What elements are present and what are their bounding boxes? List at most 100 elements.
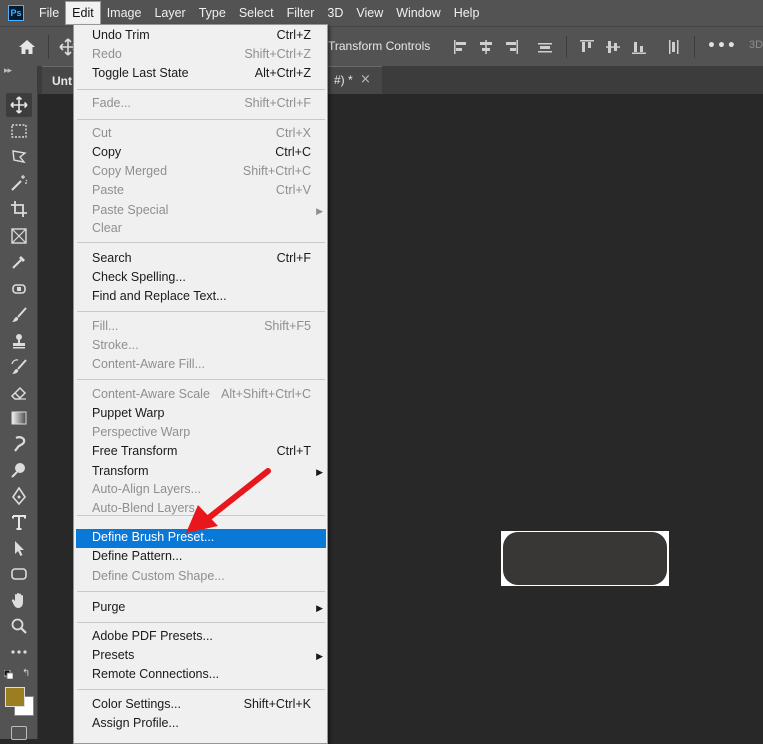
dodge-tool[interactable] — [9, 460, 29, 480]
menu-item-auto-blend-layers[interactable]: Auto-Blend Layers... — [76, 500, 326, 519]
menu-item-puppet-warp[interactable]: Puppet Warp — [76, 405, 326, 424]
menu-item-define-brush-preset[interactable]: Define Brush Preset... — [76, 529, 326, 548]
gradient-icon — [11, 411, 27, 425]
menu-layer[interactable]: Layer — [148, 2, 191, 24]
hand-tool[interactable] — [9, 590, 29, 610]
document-tab-title: Unt — [52, 74, 72, 88]
menu-item-adobe-pdf-presets[interactable]: Adobe PDF Presets... — [76, 628, 326, 647]
zoom-tool[interactable] — [9, 616, 29, 636]
menu-item-define-custom-shape[interactable]: Define Custom Shape... — [76, 568, 326, 587]
more-options-button[interactable]: ••• — [707, 38, 737, 54]
menu-item-label: Define Brush Preset... — [92, 530, 215, 544]
menu-item-color-settings[interactable]: Color Settings... Shift+Ctrl+K — [76, 696, 326, 715]
menu-item-stroke[interactable]: Stroke... — [76, 337, 326, 356]
history-brush-tool[interactable] — [9, 357, 29, 377]
swap-colors-icon[interactable]: ↰ — [22, 668, 30, 679]
menu-item-label: Undo Trim — [92, 28, 150, 42]
lasso-tool[interactable] — [9, 147, 29, 167]
menu-file[interactable]: File — [33, 2, 65, 24]
brush-tool[interactable] — [9, 305, 29, 325]
menu-item-label: Adobe PDF Presets... — [92, 629, 213, 643]
submenu-arrow-icon: ▶ — [316, 603, 323, 613]
smudge-tool[interactable] — [9, 434, 29, 454]
menu-item-find-and-replace-text[interactable]: Find and Replace Text... — [76, 288, 326, 307]
home-icon[interactable] — [18, 39, 36, 55]
menu-item-clear[interactable]: Clear — [76, 220, 326, 239]
spot-healing-tool[interactable] — [9, 279, 29, 299]
type-tool[interactable] — [9, 512, 29, 532]
menu-item-label: Perspective Warp — [92, 425, 191, 439]
menu-filter[interactable]: Filter — [281, 2, 321, 24]
menu-item-undo-trim[interactable]: Undo Trim Ctrl+Z — [76, 27, 326, 46]
pen-tool[interactable] — [9, 486, 29, 506]
distribute-vertical-icon[interactable] — [664, 38, 682, 56]
align-right-edges-icon[interactable] — [502, 38, 520, 56]
move-tool[interactable] — [6, 93, 32, 117]
magic-wand-tool[interactable] — [9, 173, 29, 193]
menu-item-paste-special[interactable]: Paste Special ▶ — [76, 202, 326, 221]
clone-stamp-tool[interactable] — [9, 331, 29, 351]
rounded-rectangle-shape[interactable] — [503, 532, 667, 585]
menu-item-remote-connections[interactable]: Remote Connections... — [76, 666, 326, 685]
align-bottom-edges-icon[interactable] — [630, 38, 648, 56]
menu-item-define-pattern[interactable]: Define Pattern... — [76, 548, 326, 567]
menu-item-label: Define Custom Shape... — [92, 569, 225, 583]
menu-type[interactable]: Type — [193, 2, 232, 24]
menu-item-label: Color Settings... — [92, 697, 181, 711]
crop-tool[interactable] — [9, 199, 29, 219]
edit-toolbar-button[interactable] — [9, 642, 29, 662]
menu-item-perspective-warp[interactable]: Perspective Warp — [76, 424, 326, 443]
menu-item-label: Redo — [92, 47, 122, 61]
smudge-icon — [14, 436, 26, 452]
close-icon[interactable]: × — [360, 72, 371, 87]
menu-item-presets[interactable]: Presets ▶ — [76, 647, 326, 666]
shape-tool[interactable] — [9, 564, 29, 584]
menu-item-cut[interactable]: Cut Ctrl+X — [76, 125, 326, 144]
menu-item-label: Auto-Align Layers... — [92, 482, 202, 496]
menu-item-redo[interactable]: Redo Shift+Ctrl+Z — [76, 46, 326, 65]
menu-view[interactable]: View — [350, 2, 389, 24]
align-vertical-centers-icon[interactable] — [604, 38, 622, 56]
photoshop-logo: Ps — [8, 5, 24, 21]
gradient-tool[interactable] — [9, 408, 29, 428]
menu-item-search[interactable]: Search Ctrl+F — [76, 250, 326, 269]
menu-3d[interactable]: 3D — [321, 2, 349, 24]
menu-item-content-aware-fill[interactable]: Content-Aware Fill... — [76, 356, 326, 375]
align-top-edges-icon[interactable] — [578, 38, 596, 56]
align-horizontal-centers-icon[interactable] — [477, 38, 495, 56]
path-selection-tool[interactable] — [9, 538, 29, 558]
menu-item-label: Copy Merged — [92, 164, 168, 178]
menu-item-toggle-last-state[interactable]: Toggle Last State Alt+Ctrl+Z — [76, 65, 326, 84]
menu-window[interactable]: Window — [390, 2, 446, 24]
eyedropper-tool[interactable] — [9, 252, 29, 272]
marquee-tool[interactable] — [9, 121, 29, 141]
menu-item-fade[interactable]: Fade... Shift+Ctrl+F — [76, 95, 326, 114]
menu-item-fill[interactable]: Fill... Shift+F5 — [76, 318, 326, 337]
menu-help[interactable]: Help — [448, 2, 486, 24]
panel-collapse-icon[interactable]: ▸▸ — [4, 66, 12, 76]
eraser-tool[interactable] — [9, 383, 29, 403]
menu-item-auto-align-layers[interactable]: Auto-Align Layers... — [76, 481, 326, 500]
show-transform-controls-label[interactable]: Transform Controls — [328, 39, 430, 53]
3d-mode-label[interactable]: 3D — [749, 39, 763, 51]
menu-edit[interactable]: Edit — [65, 1, 101, 25]
menu-select[interactable]: Select — [233, 2, 280, 24]
menu-item-transform[interactable]: Transform ▶ — [76, 463, 326, 482]
stamp-icon — [13, 334, 25, 349]
menu-item-assign-profile[interactable]: Assign Profile... — [76, 715, 326, 734]
default-colors-icon[interactable] — [4, 670, 13, 679]
distribute-horizontal-icon[interactable] — [536, 38, 554, 56]
menu-item-copy[interactable]: Copy Ctrl+C — [76, 144, 326, 163]
menu-item-free-transform[interactable]: Free Transform Ctrl+T — [76, 443, 326, 462]
menu-image[interactable]: Image — [101, 2, 148, 24]
frame-tool[interactable] — [9, 226, 29, 246]
menu-item-content-aware-scale[interactable]: Content-Aware Scale Alt+Shift+Ctrl+C — [76, 386, 326, 405]
quick-mask-icon[interactable] — [11, 726, 27, 740]
menu-item-label: Content-Aware Scale — [92, 387, 210, 401]
foreground-color-swatch[interactable] — [5, 687, 25, 707]
menu-item-purge[interactable]: Purge ▶ — [76, 599, 326, 618]
menu-item-paste[interactable]: Paste Ctrl+V — [76, 182, 326, 201]
menu-item-check-spelling[interactable]: Check Spelling... — [76, 269, 326, 288]
menu-item-copy-merged[interactable]: Copy Merged Shift+Ctrl+C — [76, 163, 326, 182]
align-left-edges-icon[interactable] — [452, 38, 470, 56]
